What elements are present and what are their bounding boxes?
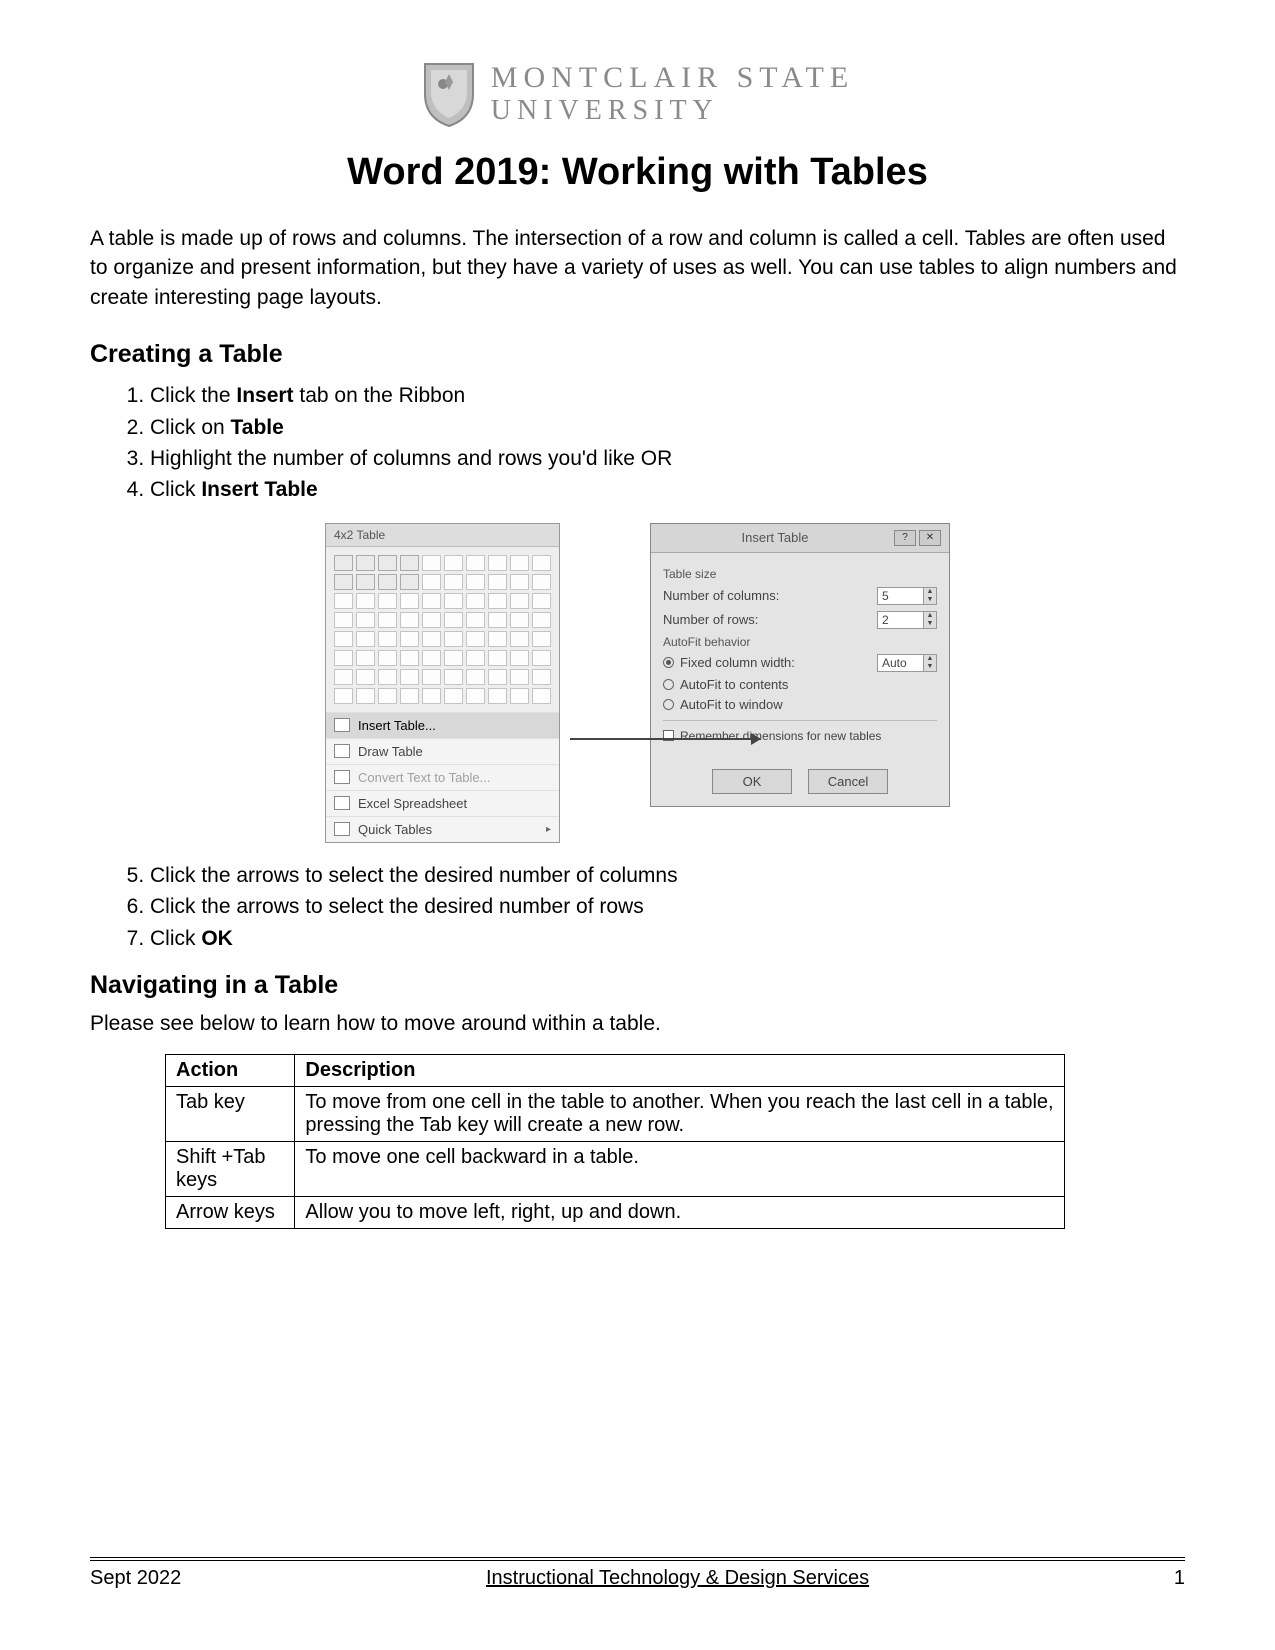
shield-icon xyxy=(421,60,477,128)
menu-excel-spreadsheet[interactable]: Excel Spreadsheet xyxy=(326,790,559,816)
table-cell: To move from one cell in the table to an… xyxy=(295,1086,1065,1141)
convert-icon xyxy=(334,770,350,784)
table-row: Shift +Tab keys To move one cell backwar… xyxy=(166,1141,1065,1196)
table-cell: To move one cell backward in a table. xyxy=(295,1141,1065,1196)
table-row: Action Description xyxy=(166,1054,1065,1086)
step-item: Click on Table xyxy=(150,413,1185,442)
page-title: Word 2019: Working with Tables xyxy=(90,151,1185,194)
radio-fixed-width[interactable] xyxy=(663,657,674,668)
cancel-button[interactable]: Cancel xyxy=(808,769,888,794)
menu-quick-tables[interactable]: Quick Tables▸ xyxy=(326,816,559,842)
arrow-connector xyxy=(570,738,760,740)
menu-insert-table[interactable]: Insert Table... xyxy=(326,712,559,738)
spinner-up-icon[interactable]: ▲ xyxy=(924,612,936,620)
close-button[interactable]: ✕ xyxy=(919,530,941,546)
table-grid-icon xyxy=(334,718,350,732)
ok-button[interactable]: OK xyxy=(712,769,792,794)
insert-table-dialog: Insert Table ? ✕ Table size Number of co… xyxy=(650,523,950,807)
logo-text-line2: UNIVERSITY xyxy=(491,95,719,127)
steps-list-b: Click the arrows to select the desired n… xyxy=(90,861,1185,953)
table-cell: Tab key xyxy=(166,1086,295,1141)
table-cell: Allow you to move left, right, up and do… xyxy=(295,1196,1065,1228)
spinner-up-icon[interactable]: ▲ xyxy=(924,588,936,596)
section-creating-title: Creating a Table xyxy=(90,340,1185,369)
table-row: Tab key To move from one cell in the tab… xyxy=(166,1086,1065,1141)
table-dropdown-menu: 4x2 Table Insert Table... Draw Table Con… xyxy=(325,523,560,843)
dialog-section-label: Table size xyxy=(663,567,937,581)
radio-autofit-contents[interactable] xyxy=(663,679,674,690)
dialog-titlebar: Insert Table ? ✕ xyxy=(651,524,949,553)
step-item: Highlight the number of columns and rows… xyxy=(150,444,1185,473)
logo-text-line1: MONTCLAIR STATE xyxy=(491,61,854,96)
table-icon xyxy=(334,822,350,836)
navigation-table: Action Description Tab key To move from … xyxy=(165,1054,1065,1229)
rows-spinner[interactable]: 2 ▲▼ xyxy=(877,611,937,629)
spinner-down-icon[interactable]: ▼ xyxy=(924,620,936,628)
pencil-icon xyxy=(334,744,350,758)
footer-date: Sept 2022 xyxy=(90,1567,181,1590)
footer-page-number: 1 xyxy=(1174,1567,1185,1590)
table-size-grid[interactable] xyxy=(326,547,559,712)
step-item: Click the arrows to select the desired n… xyxy=(150,892,1185,921)
university-logo: MONTCLAIR STATE UNIVERSITY xyxy=(90,60,1185,133)
columns-label: Number of columns: xyxy=(663,588,779,603)
step-item: Click the arrows to select the desired n… xyxy=(150,861,1185,890)
table-cell: Arrow keys xyxy=(166,1196,295,1228)
intro-paragraph: A table is made up of rows and columns. … xyxy=(90,224,1185,312)
table-cell: Shift +Tab keys xyxy=(166,1141,295,1196)
navigating-intro: Please see below to learn how to move ar… xyxy=(90,1012,1185,1036)
step-item: Click Insert Table xyxy=(150,475,1185,504)
menu-draw-table[interactable]: Draw Table xyxy=(326,738,559,764)
columns-spinner[interactable]: 5 ▲▼ xyxy=(877,587,937,605)
table-row: Arrow keys Allow you to move left, right… xyxy=(166,1196,1065,1228)
radio-label: AutoFit to window xyxy=(680,697,783,712)
spinner-up-icon[interactable]: ▲ xyxy=(924,655,936,663)
radio-label: Fixed column width: xyxy=(680,655,795,670)
step-item: Click OK xyxy=(150,924,1185,953)
menu-convert-text[interactable]: Convert Text to Table... xyxy=(326,764,559,790)
rows-label: Number of rows: xyxy=(663,612,758,627)
fixed-width-spinner[interactable]: Auto ▲▼ xyxy=(877,654,937,672)
steps-list-a: Click the Insert tab on the Ribbon Click… xyxy=(90,381,1185,505)
excel-icon xyxy=(334,796,350,810)
section-navigating-title: Navigating in a Table xyxy=(90,971,1185,1000)
radio-label: AutoFit to contents xyxy=(680,677,788,692)
footer-dept: Instructional Technology & Design Servic… xyxy=(486,1567,869,1590)
radio-autofit-window[interactable] xyxy=(663,699,674,710)
spinner-down-icon[interactable]: ▼ xyxy=(924,596,936,604)
checkbox-label: Remember dimensions for new tables xyxy=(680,729,881,743)
help-button[interactable]: ? xyxy=(894,530,916,546)
table-header: Action xyxy=(166,1054,295,1086)
page-footer: Sept 2022 Instructional Technology & Des… xyxy=(90,1557,1185,1590)
dialog-section-label: AutoFit behavior xyxy=(663,635,937,649)
table-header: Description xyxy=(295,1054,1065,1086)
step-item: Click the Insert tab on the Ribbon xyxy=(150,381,1185,410)
spinner-down-icon[interactable]: ▼ xyxy=(924,663,936,671)
chevron-right-icon: ▸ xyxy=(546,824,551,835)
figures-row: 4x2 Table Insert Table... Draw Table Con… xyxy=(90,523,1185,843)
dropdown-header: 4x2 Table xyxy=(326,524,559,547)
